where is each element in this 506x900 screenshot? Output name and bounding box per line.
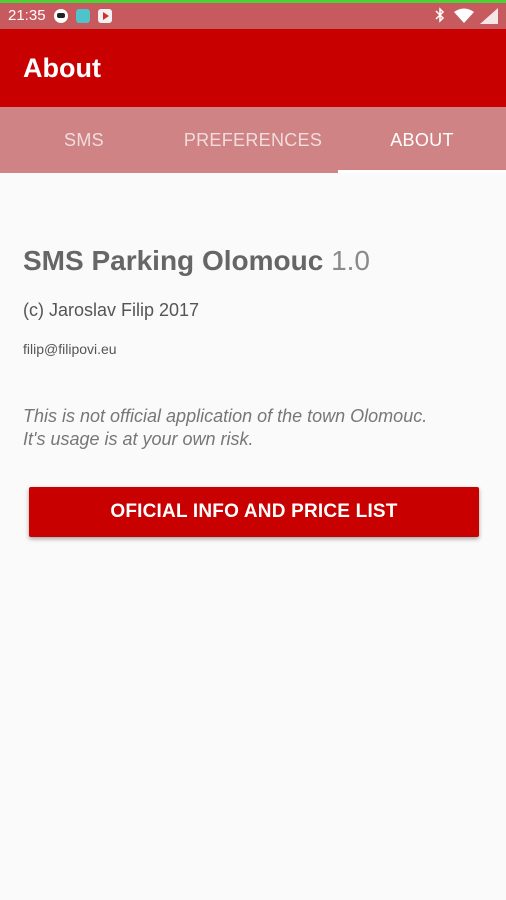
tab-preferences[interactable]: PREFERENCES (168, 107, 338, 173)
tab-bar: SMS PREFERENCES ABOUT (0, 107, 506, 173)
author-email: filip@filipovi.eu (23, 341, 117, 357)
panda-notification-icon (54, 9, 68, 23)
official-info-button[interactable]: OFICIAL INFO AND PRICE LIST (29, 487, 479, 537)
tab-about[interactable]: ABOUT (338, 107, 506, 173)
app-bar: About (0, 29, 506, 107)
bluetooth-icon (435, 7, 445, 26)
wifi-icon (454, 8, 474, 29)
status-bar: 21:35 (0, 0, 506, 29)
page-title: About (23, 53, 101, 83)
app-title: SMS Parking Olomouc 1.0 (23, 245, 370, 277)
disclaimer-text: This is not official application of the … (23, 405, 483, 451)
tab-sms[interactable]: SMS (0, 107, 168, 173)
disclaimer-line: This is not official application of the … (23, 406, 428, 426)
play-notification-icon (98, 9, 112, 23)
app-name: SMS Parking Olomouc (23, 245, 324, 276)
copyright-text: (c) Jaroslav Filip 2017 (23, 300, 200, 320)
disclaimer-line: It's usage is at your own risk. (23, 429, 254, 449)
status-time: 21:35 (8, 7, 46, 24)
screen: 21:35 About SMS PREFERENCES ABOUT SMS Pa… (0, 0, 506, 900)
app-version: 1.0 (331, 245, 370, 276)
signal-icon (480, 8, 498, 29)
app-notification-icon (76, 9, 90, 23)
